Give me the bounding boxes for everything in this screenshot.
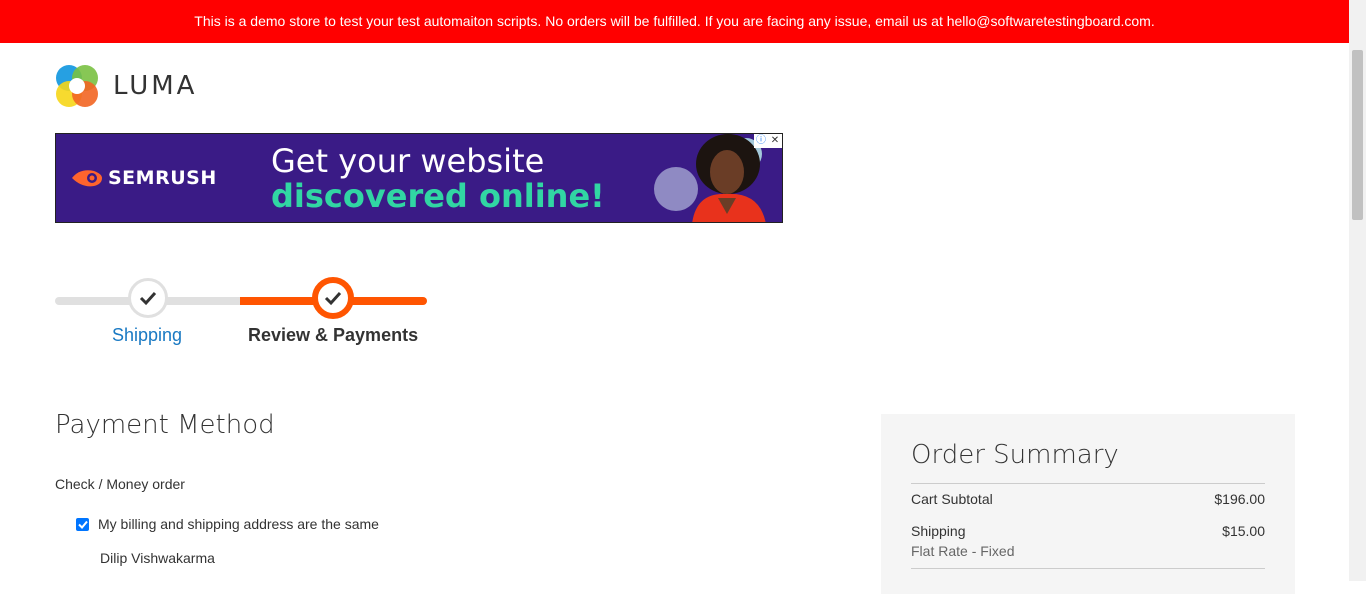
cart-subtotal-label: Cart Subtotal bbox=[911, 491, 993, 507]
order-summary: Order Summary Cart Subtotal $196.00 Ship… bbox=[881, 414, 1295, 594]
close-icon[interactable]: ✕ bbox=[768, 134, 782, 148]
checkout-progress-bar: Shipping Review & Payments bbox=[55, 276, 435, 356]
cart-subtotal-row: Cart Subtotal $196.00 bbox=[911, 491, 1265, 507]
page-scrollbar[interactable] bbox=[1349, 0, 1366, 581]
shipping-row: Shipping $15.00 bbox=[911, 523, 1265, 539]
shipping-value: $15.00 bbox=[1222, 523, 1265, 539]
luma-logo-link[interactable]: LUMA bbox=[55, 64, 197, 108]
divider bbox=[911, 568, 1265, 569]
step-review-payments-label: Review & Payments bbox=[248, 325, 419, 345]
ad-headline-line1: Get your website bbox=[271, 142, 545, 180]
logo-text: LUMA bbox=[113, 71, 198, 101]
payment-method-title: Payment Method bbox=[55, 410, 275, 440]
billing-customer-name: Dilip Vishwakarma bbox=[100, 550, 215, 566]
ad-brand-text: SEMRUSH bbox=[108, 167, 217, 189]
ad-choices[interactable]: ⓘ ✕ bbox=[754, 134, 782, 148]
order-summary-title: Order Summary bbox=[911, 440, 1119, 470]
cart-subtotal-value: $196.00 bbox=[1214, 491, 1265, 507]
shipping-label: Shipping bbox=[911, 523, 966, 539]
step-review-checkmark-icon bbox=[312, 277, 354, 319]
advertisement-banner[interactable]: SEMRUSH Get your website discovered onli… bbox=[55, 133, 783, 223]
billing-same-label: My billing and shipping address are the … bbox=[98, 516, 379, 532]
payment-method-option[interactable]: Check / Money order bbox=[55, 476, 185, 492]
info-icon[interactable]: ⓘ bbox=[754, 134, 768, 148]
step-shipping-checkmark-icon[interactable] bbox=[128, 278, 168, 318]
billing-same-as-shipping[interactable]: My billing and shipping address are the … bbox=[76, 516, 379, 532]
ad-headline-line2: discovered online! bbox=[271, 177, 605, 215]
billing-same-checkbox[interactable] bbox=[76, 517, 89, 531]
step-shipping-link[interactable]: Shipping bbox=[112, 325, 182, 346]
semrush-flame-icon bbox=[72, 170, 102, 187]
divider bbox=[911, 483, 1265, 484]
ad-brand: SEMRUSH bbox=[70, 167, 217, 189]
scrollbar-thumb[interactable] bbox=[1352, 50, 1363, 220]
demo-store-notice: This is a demo store to test your test a… bbox=[0, 0, 1349, 43]
luma-logo-icon bbox=[55, 64, 99, 108]
shipping-method: Flat Rate - Fixed bbox=[911, 543, 1015, 559]
